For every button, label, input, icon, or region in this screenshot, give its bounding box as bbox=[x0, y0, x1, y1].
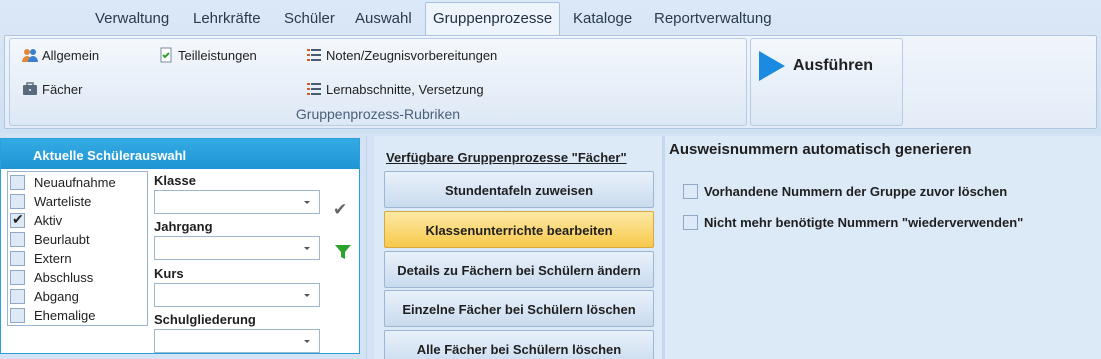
tab-kataloge[interactable]: Kataloge bbox=[573, 10, 632, 27]
teilleistungen-label: Teilleistungen bbox=[178, 47, 257, 63]
briefcase-icon bbox=[22, 81, 38, 97]
tab-gruppenprozesse[interactable]: Gruppenprozesse bbox=[425, 2, 561, 37]
student-selection-panel: Aktuelle Schülerauswahl Neuaufnahme Wart… bbox=[0, 136, 362, 359]
options-title: Ausweisnummern automatisch generieren bbox=[669, 141, 972, 158]
faecher-label: Fächer bbox=[42, 81, 83, 97]
kurs-dropdown[interactable] bbox=[154, 283, 320, 307]
allgemein-label: Allgemein bbox=[42, 47, 100, 63]
stundentafeln-zuweisen-button[interactable]: Stundentafeln zuweisen bbox=[384, 171, 654, 208]
klasse-label: Klasse bbox=[154, 173, 196, 188]
ribbon-group-label: Gruppenprozess-Rubriken bbox=[295, 106, 461, 122]
ausfuehren-label: Ausführen bbox=[793, 57, 873, 74]
status-item-aktiv[interactable]: Aktiv bbox=[10, 211, 63, 228]
status-label: Extern bbox=[34, 251, 72, 266]
ausfuehren-button[interactable]: Ausführen bbox=[759, 51, 873, 81]
status-checkbox[interactable] bbox=[10, 289, 25, 304]
schulgliederung-dropdown[interactable] bbox=[154, 329, 320, 353]
lernabschnitte-button[interactable]: Lernabschnitte, Versetzung bbox=[306, 81, 484, 97]
option-label: Vorhandene Nummern der Gruppe zuvor lösc… bbox=[704, 184, 1008, 199]
jahrgang-dropdown[interactable] bbox=[154, 236, 320, 260]
ribbon-panel: Allgemein Fächer Teilleistungen Noten/Ze… bbox=[4, 35, 1097, 129]
status-checkbox[interactable] bbox=[10, 308, 25, 323]
student-selection-header: Aktuelle Schülerauswahl bbox=[1, 139, 359, 169]
status-label: Warteliste bbox=[34, 194, 92, 209]
status-checkbox[interactable] bbox=[10, 175, 25, 190]
lernabschnitte-label: Lernabschnitte, Versetzung bbox=[326, 81, 484, 97]
tab-auswahl[interactable]: Auswahl bbox=[355, 10, 412, 27]
option-reuse-numbers[interactable]: Nicht mehr benötigte Nummern "wiederverw… bbox=[683, 215, 1023, 230]
allgemein-button[interactable]: Allgemein bbox=[22, 47, 99, 63]
tab-lehrkraefte[interactable]: Lehrkräfte bbox=[193, 10, 261, 27]
status-list: Neuaufnahme Warteliste Aktiv Beurlaubt E… bbox=[7, 171, 148, 326]
options-panel: Ausweisnummern automatisch generieren Vo… bbox=[665, 136, 1101, 359]
panel-divider[interactable] bbox=[366, 136, 372, 359]
teilleistungen-button[interactable]: Teilleistungen bbox=[158, 47, 257, 63]
schulgliederung-label: Schulgliederung bbox=[154, 312, 256, 327]
noten-button[interactable]: Noten/Zeugnisvorbereitungen bbox=[306, 47, 497, 63]
status-checkbox[interactable] bbox=[10, 194, 25, 209]
status-item-abgang[interactable]: Abgang bbox=[10, 289, 79, 304]
status-item-abschluss[interactable]: Abschluss bbox=[10, 270, 93, 285]
status-label: Abgang bbox=[34, 289, 79, 304]
users-icon bbox=[22, 47, 38, 63]
status-label: Ehemalige bbox=[34, 308, 96, 323]
status-label: Abschluss bbox=[34, 270, 94, 285]
list-icon bbox=[306, 47, 322, 63]
status-item-ehemalige[interactable]: Ehemalige bbox=[10, 308, 95, 323]
status-label: Beurlaubt bbox=[34, 232, 90, 247]
document-check-icon bbox=[158, 47, 174, 63]
filter-icon[interactable] bbox=[334, 243, 352, 261]
check-icon[interactable]: ✔ bbox=[333, 200, 347, 220]
klasse-dropdown[interactable] bbox=[154, 190, 320, 214]
group-process-panel: Verfügbare Gruppenprozesse "Fächer" Stun… bbox=[374, 136, 662, 359]
ribbon-tabbar: Verwaltung Lehrkräfte Schüler Auswahl Gr… bbox=[0, 0, 1101, 37]
noten-label: Noten/Zeugnisvorbereitungen bbox=[326, 47, 498, 63]
tab-verwaltung[interactable]: Verwaltung bbox=[95, 10, 169, 27]
status-item-beurlaubt[interactable]: Beurlaubt bbox=[10, 232, 90, 247]
details-faecher-aendern-button[interactable]: Details zu Fächern bei Schülern ändern bbox=[384, 251, 654, 288]
tab-reportverwaltung[interactable]: Reportverwaltung bbox=[654, 10, 772, 27]
play-icon bbox=[759, 51, 785, 81]
status-label: Aktiv bbox=[34, 213, 63, 228]
ribbon: Verwaltung Lehrkräfte Schüler Auswahl Gr… bbox=[0, 0, 1101, 133]
list-icon bbox=[306, 81, 322, 97]
ribbon-group-run: Ausführen bbox=[750, 38, 903, 126]
status-checkbox[interactable] bbox=[10, 232, 25, 247]
status-checkbox[interactable] bbox=[10, 251, 25, 266]
status-label: Neuaufnahme bbox=[34, 175, 116, 190]
tab-schueler[interactable]: Schüler bbox=[284, 10, 335, 27]
jahrgang-label: Jahrgang bbox=[154, 219, 213, 234]
status-item-neuaufnahme[interactable]: Neuaufnahme bbox=[10, 175, 116, 190]
klassenunterrichte-bearbeiten-button[interactable]: Klassenunterrichte bearbeiten bbox=[384, 211, 654, 248]
option-label: Nicht mehr benötigte Nummern "wiederverw… bbox=[704, 215, 1024, 230]
option-checkbox[interactable] bbox=[683, 215, 698, 230]
student-selection-box: Aktuelle Schülerauswahl Neuaufnahme Wart… bbox=[0, 138, 360, 354]
faecher-button[interactable]: Fächer bbox=[22, 81, 82, 97]
status-item-extern[interactable]: Extern bbox=[10, 251, 72, 266]
option-delete-existing[interactable]: Vorhandene Nummern der Gruppe zuvor lösc… bbox=[683, 184, 1007, 199]
group-process-title: Verfügbare Gruppenprozesse "Fächer" bbox=[386, 150, 627, 165]
einzelne-faecher-loeschen-button[interactable]: Einzelne Fächer bei Schülern löschen bbox=[384, 290, 654, 327]
ribbon-group-rubriken: Allgemein Fächer Teilleistungen Noten/Ze… bbox=[9, 38, 747, 126]
status-item-warteliste[interactable]: Warteliste bbox=[10, 194, 91, 209]
alle-faecher-loeschen-button[interactable]: Alle Fächer bei Schülern löschen bbox=[384, 330, 654, 359]
kurs-label: Kurs bbox=[154, 266, 184, 281]
option-checkbox[interactable] bbox=[683, 184, 698, 199]
status-checkbox[interactable] bbox=[10, 270, 25, 285]
status-checkbox[interactable] bbox=[10, 211, 25, 228]
